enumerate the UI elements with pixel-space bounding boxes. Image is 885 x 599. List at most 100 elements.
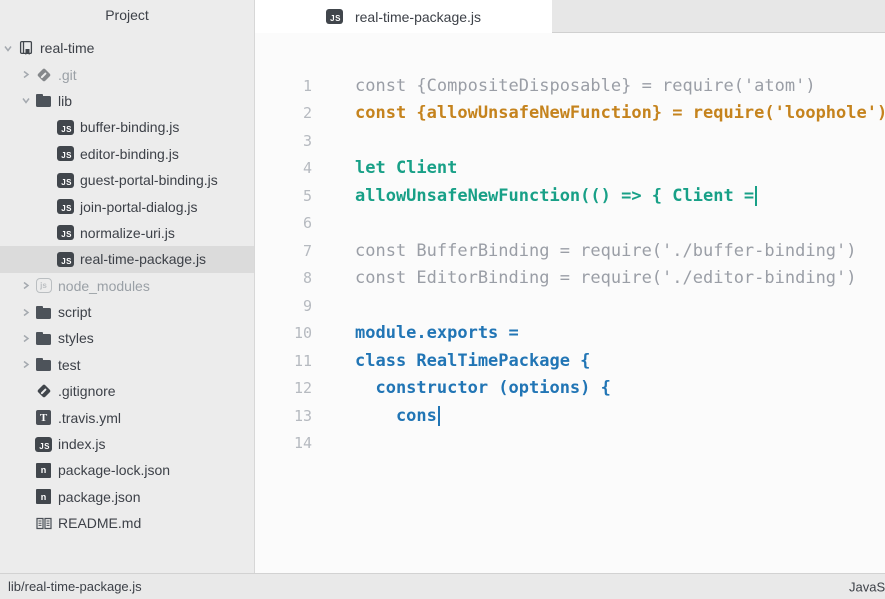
tree-item-label: node_modules (58, 278, 150, 294)
grammar-selector[interactable]: JavaScript (849, 579, 885, 594)
git-icon (35, 67, 52, 83)
tree-item-gitignore[interactable]: .gitignore (0, 378, 254, 404)
chevron-icon[interactable] (22, 281, 35, 290)
tree-item-node-modules[interactable]: js node_modules (0, 273, 254, 299)
chevron-icon[interactable] (22, 360, 35, 369)
tree-item-label: package-lock.json (58, 462, 170, 478)
code-line-4: 4 let Client (255, 155, 885, 183)
tree-item-guest-portal-binding-js[interactable]: JS guest-portal-binding.js (0, 167, 254, 193)
code-line-text[interactable]: const {allowUnsafeNewFunction} = require… (312, 103, 885, 123)
tree-item-buffer-binding-js[interactable]: JS buffer-binding.js (0, 114, 254, 140)
code-editor[interactable]: 1 const {CompositeDisposable} = require(… (255, 33, 885, 573)
editor-pane: JS real-time-package.js 1 const {Composi… (255, 0, 885, 573)
chevron-icon[interactable] (4, 44, 17, 53)
code-line-9: 9 (255, 292, 885, 320)
js-icon: JS (57, 225, 74, 241)
tree-item-test[interactable]: test (0, 352, 254, 378)
tree-item-readme-md[interactable]: README.md (0, 510, 254, 536)
code-line-11: 11 class RealTimePackage { (255, 347, 885, 375)
node-icon: js (35, 278, 52, 294)
tree-item-label: normalize-uri.js (80, 225, 175, 241)
code-line-7: 7 const BufferBinding = require('./buffe… (255, 237, 885, 265)
folder-icon (35, 304, 52, 320)
travis-icon: T (35, 410, 52, 426)
line-number: 9 (255, 297, 312, 315)
tree-item-travis-yml[interactable]: T .travis.yml (0, 404, 254, 430)
tree-item-label: script (58, 304, 91, 320)
code-line-text[interactable]: class RealTimePackage { (312, 351, 590, 371)
git-icon (35, 383, 52, 399)
line-number: 10 (255, 324, 312, 342)
tree-item-join-portal-dialog-js[interactable]: JS join-portal-dialog.js (0, 193, 254, 219)
code-line-2: 2 const {allowUnsafeNewFunction} = requi… (255, 100, 885, 128)
js-icon: JS (57, 199, 74, 215)
chevron-icon[interactable] (22, 70, 35, 79)
npm-icon: n (35, 489, 52, 505)
code-line-3: 3 (255, 127, 885, 155)
code-line-text[interactable]: let Client (312, 158, 457, 178)
tree-item-real-time-package-js[interactable]: JS real-time-package.js (0, 246, 254, 272)
file-tree: real-time .git lib JS buffer-binding.js … (0, 30, 254, 536)
tree-item-package-lock-json[interactable]: n package-lock.json (0, 457, 254, 483)
tree-item-git[interactable]: .git (0, 61, 254, 87)
tree-item-index-js[interactable]: JS index.js (0, 431, 254, 457)
code-line-text[interactable]: module.exports = (312, 323, 519, 343)
tree-item-styles[interactable]: styles (0, 325, 254, 351)
tree-item-label: real-time (40, 40, 94, 56)
line-number: 3 (255, 132, 312, 150)
tree-item-normalize-uri-js[interactable]: JS normalize-uri.js (0, 220, 254, 246)
folder-icon (35, 357, 52, 373)
project-panel-title: Project (0, 0, 254, 30)
tree-item-editor-binding-js[interactable]: JS editor-binding.js (0, 141, 254, 167)
line-number: 11 (255, 352, 312, 370)
tree-item-lib[interactable]: lib (0, 88, 254, 114)
line-number: 1 (255, 77, 312, 95)
code-line-12: 12 constructor (options) { (255, 375, 885, 403)
tree-item-real-time[interactable]: real-time (0, 35, 254, 61)
tree-item-label: guest-portal-binding.js (80, 172, 218, 188)
status-bar: lib/real-time-package.js JavaScript (0, 573, 885, 599)
line-number: 2 (255, 104, 312, 122)
tree-item-label: test (58, 357, 81, 373)
js-icon: JS (35, 436, 52, 452)
line-number: 12 (255, 379, 312, 397)
chevron-icon[interactable] (22, 334, 35, 343)
tree-item-label: .travis.yml (58, 410, 121, 426)
tree-item-label: buffer-binding.js (80, 119, 179, 135)
tree-item-label: .git (58, 67, 77, 83)
code-line-14: 14 (255, 430, 885, 458)
book-icon (35, 515, 52, 531)
repo-icon (17, 40, 34, 56)
chevron-icon[interactable] (22, 96, 35, 105)
js-icon: JS (57, 251, 74, 267)
tab-label: real-time-package.js (355, 9, 481, 25)
code-line-text[interactable]: allowUnsafeNewFunction(() => { Client = (312, 186, 757, 206)
line-number: 4 (255, 159, 312, 177)
tab-real-time-package[interactable]: JS real-time-package.js (255, 0, 552, 33)
code-line-1: 1 const {CompositeDisposable} = require(… (255, 72, 885, 100)
folder-icon (35, 330, 52, 346)
code-line-13: 13 cons (255, 402, 885, 430)
js-icon: JS (57, 146, 74, 162)
line-number: 8 (255, 269, 312, 287)
code-line-text[interactable]: constructor (options) { (312, 378, 611, 398)
tree-item-package-json[interactable]: n package.json (0, 484, 254, 510)
collaborator-cursor (438, 406, 440, 426)
tree-item-label: lib (58, 93, 72, 109)
folder-icon (35, 93, 52, 109)
code-line-text[interactable]: const {CompositeDisposable} = require('a… (312, 76, 816, 96)
tree-item-label: real-time-package.js (80, 251, 206, 267)
code-line-text[interactable]: const BufferBinding = require('./buffer-… (312, 241, 857, 261)
line-number: 7 (255, 242, 312, 260)
code-line-text[interactable]: const EditorBinding = require('./editor-… (312, 268, 857, 288)
js-icon: JS (57, 172, 74, 188)
tree-item-label: .gitignore (58, 383, 116, 399)
tree-item-script[interactable]: script (0, 299, 254, 325)
atom-window: Project real-time .git lib JS buffer-bin… (0, 0, 885, 599)
code-line-8: 8 const EditorBinding = require('./edito… (255, 265, 885, 293)
chevron-icon[interactable] (22, 308, 35, 317)
code-line-6: 6 (255, 210, 885, 238)
line-number: 6 (255, 214, 312, 232)
line-number: 14 (255, 434, 312, 452)
code-line-text[interactable]: cons (312, 406, 440, 426)
